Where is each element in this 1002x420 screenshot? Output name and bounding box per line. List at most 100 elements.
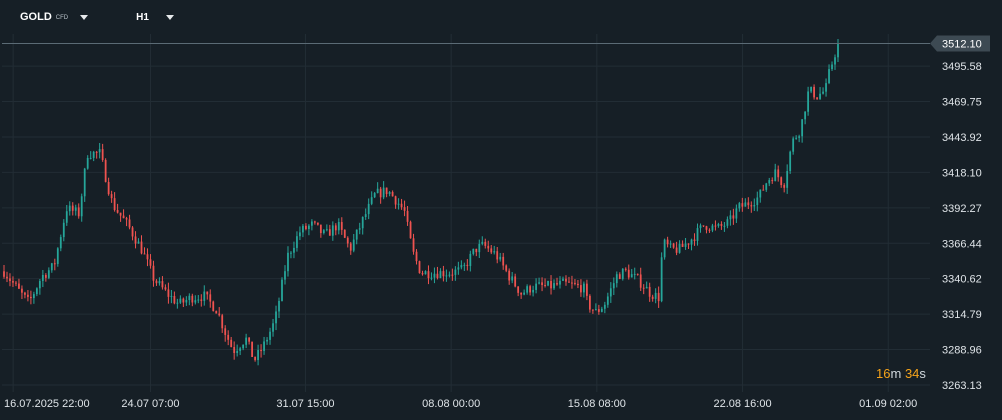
candle [654, 288, 657, 304]
candle [203, 285, 206, 306]
candle [167, 282, 170, 304]
timeframe-label: H1 [136, 11, 149, 23]
candle [792, 136, 795, 155]
candle [287, 246, 289, 277]
candle [343, 229, 346, 239]
y-tick-label: 3288.96 [942, 345, 982, 357]
candle [30, 290, 32, 305]
candle [418, 260, 421, 274]
x-tick-label: 24.07 07:00 [121, 398, 179, 410]
candle [645, 281, 648, 289]
candle [583, 281, 585, 298]
candle [768, 177, 771, 187]
candle [131, 226, 134, 241]
candle [475, 248, 478, 257]
candle [361, 216, 364, 235]
candle [89, 151, 92, 160]
candle [319, 224, 322, 238]
candlestick-chart[interactable]: 3512.10 3495.58 3469.75 3443.92 3418.10 3392… [0, 0, 1002, 420]
candle [194, 295, 197, 305]
x-tick-label: 08.08 00:00 [422, 398, 480, 410]
candle [463, 262, 466, 271]
candle [762, 184, 765, 191]
candle [21, 285, 23, 299]
candle [499, 252, 502, 262]
symbol-selector[interactable]: GOLD CFD [20, 11, 89, 23]
candle [571, 275, 573, 289]
candle [3, 264, 5, 279]
candle [469, 250, 472, 272]
candle [448, 271, 451, 278]
candle [15, 280, 17, 287]
candle [547, 280, 549, 287]
candle [119, 212, 122, 222]
candle [457, 261, 460, 275]
candle [523, 289, 526, 296]
candle [403, 200, 406, 217]
candle [559, 276, 561, 289]
candle [514, 273, 517, 288]
candle [269, 327, 271, 345]
candle [436, 266, 439, 280]
candle [597, 304, 600, 315]
candle [738, 201, 741, 212]
candle [427, 265, 430, 285]
candle [484, 238, 487, 249]
candle [783, 183, 786, 193]
candle [257, 344, 259, 366]
chevron-down-icon [165, 14, 174, 20]
candle [591, 309, 594, 314]
x-tick-label: 01.09 02:00 [859, 398, 917, 410]
candle [550, 275, 552, 295]
time-axis[interactable]: 16.07.2025 22:00 24.07 07:00 31.07 15:00 08… [4, 398, 917, 410]
candle [750, 201, 753, 213]
price-axis[interactable]: 3495.58 3469.75 3443.92 3418.10 3392.27 3366.… [942, 61, 982, 392]
candle [364, 208, 367, 220]
candle [44, 273, 47, 282]
candle [32, 291, 35, 304]
candles [3, 39, 839, 366]
candle [553, 279, 555, 290]
candle [609, 282, 612, 303]
candle [415, 249, 418, 265]
candle [182, 297, 185, 308]
candle [191, 293, 194, 307]
candle [439, 268, 442, 279]
candle [630, 268, 633, 278]
candle [296, 231, 298, 252]
candle [526, 284, 529, 295]
candle [290, 251, 292, 259]
candle [152, 260, 155, 287]
candle [77, 203, 80, 219]
candle [74, 204, 77, 216]
candle [379, 186, 382, 204]
candle [122, 209, 125, 219]
candle [355, 229, 358, 245]
candle [116, 203, 119, 214]
symbol-name: GOLD [20, 11, 52, 23]
candle [819, 87, 821, 100]
candle [445, 269, 448, 282]
candle [164, 284, 167, 291]
candle [299, 226, 301, 241]
candle [230, 336, 233, 348]
candle [472, 248, 475, 256]
candle [27, 290, 29, 302]
candle [624, 267, 627, 272]
candle [651, 294, 654, 302]
candle [149, 254, 152, 269]
candle [302, 223, 304, 238]
y-tick-label: 3263.13 [942, 380, 982, 392]
candle [412, 233, 415, 255]
candle [586, 279, 588, 301]
candle [696, 223, 699, 246]
candle [388, 191, 391, 197]
x-tick-label: 16.07.2025 22:00 [4, 398, 90, 410]
timeframe-selector[interactable]: H1 [136, 12, 174, 23]
candle [588, 294, 591, 313]
current-price-label: 3512.10 [942, 38, 982, 50]
candle [38, 279, 41, 295]
candle [565, 275, 567, 286]
candle [729, 210, 732, 226]
countdown-minutes-unit: m [890, 366, 902, 381]
